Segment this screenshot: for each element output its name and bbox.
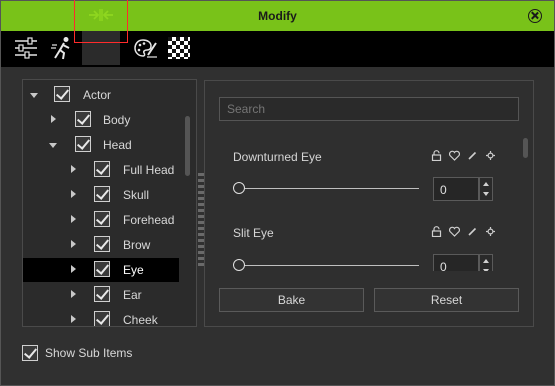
show-sub-items-checkbox[interactable]: [22, 345, 38, 361]
slider-thumb[interactable]: [233, 259, 245, 271]
sliders-icon[interactable]: [9, 31, 43, 65]
slider-track[interactable]: [238, 188, 419, 189]
morph-name: Slit Eye: [233, 226, 274, 240]
lock-icon[interactable]: [431, 226, 442, 237]
gear-icon[interactable]: [485, 226, 496, 237]
checkbox-icon[interactable]: [94, 261, 110, 277]
bake-button[interactable]: Bake: [219, 288, 364, 312]
chevron-right-icon[interactable]: [51, 115, 56, 123]
chevron-down-icon[interactable]: [49, 143, 57, 148]
tree-scrollbar[interactable]: [185, 116, 190, 176]
checkbox-icon[interactable]: [75, 111, 91, 127]
chevron-right-icon[interactable]: [71, 190, 76, 198]
tree-item-brow[interactable]: Brow: [23, 233, 179, 257]
pencil-icon[interactable]: [467, 150, 478, 161]
tree-item-actor[interactable]: Actor: [23, 83, 179, 107]
checkbox-icon[interactable]: [94, 161, 110, 177]
tree-item-eye[interactable]: Eye: [23, 258, 179, 282]
morph-icons: [431, 150, 496, 161]
close-icon[interactable]: [528, 9, 542, 23]
morph-value-field[interactable]: 0: [433, 254, 479, 271]
checkerboard-icon[interactable]: [162, 31, 196, 65]
heart-icon[interactable]: [449, 226, 460, 237]
chevron-right-icon[interactable]: [71, 265, 76, 273]
modify-window: Modify Actor Body Head Full Head Skull F…: [0, 0, 555, 386]
show-sub-items-label: Show Sub Items: [45, 346, 133, 360]
search-input[interactable]: [219, 97, 519, 121]
checkbox-icon[interactable]: [94, 311, 110, 326]
morph-list-scrollbar[interactable]: [523, 138, 528, 158]
lock-icon[interactable]: [431, 150, 442, 161]
checkbox-icon[interactable]: [94, 236, 110, 252]
checkbox-icon[interactable]: [94, 211, 110, 227]
pencil-icon[interactable]: [467, 226, 478, 237]
morph-slider-list: Downturned Eye 0 Slit Eye 0: [205, 131, 517, 271]
chevron-right-icon[interactable]: [71, 240, 76, 248]
checkbox-icon[interactable]: [94, 186, 110, 202]
slider-track[interactable]: [238, 265, 419, 266]
chevron-right-icon[interactable]: [71, 215, 76, 223]
chevron-right-icon[interactable]: [71, 165, 76, 173]
reset-button[interactable]: Reset: [374, 288, 519, 312]
morph-icons: [431, 226, 496, 237]
tree-item-head[interactable]: Head: [23, 133, 179, 157]
gear-icon[interactable]: [485, 150, 496, 161]
tree-item-full-head[interactable]: Full Head: [23, 158, 179, 182]
morph-value-field[interactable]: 0: [433, 177, 479, 201]
morph-icon[interactable]: [74, 0, 128, 43]
tree-item-forehead[interactable]: Forehead: [23, 208, 179, 232]
chevron-right-icon[interactable]: [71, 315, 76, 323]
checkbox-icon[interactable]: [75, 136, 91, 152]
chevron-down-icon[interactable]: [30, 93, 38, 98]
chevron-right-icon[interactable]: [71, 290, 76, 298]
checkbox-icon[interactable]: [54, 86, 70, 102]
heart-icon[interactable]: [449, 150, 460, 161]
palette-icon[interactable]: [129, 31, 163, 65]
tree-item-cheek[interactable]: Cheek: [23, 308, 179, 326]
morph-name: Downturned Eye: [233, 150, 322, 164]
slider-thumb[interactable]: [233, 182, 245, 194]
tree-item-body[interactable]: Body: [23, 108, 179, 132]
category-tree: Actor Body Head Full Head Skull Forehead: [22, 79, 197, 327]
value-stepper[interactable]: [479, 254, 493, 271]
checkbox-icon[interactable]: [94, 286, 110, 302]
value-stepper[interactable]: [479, 177, 493, 201]
tree-item-ear[interactable]: Ear: [23, 283, 179, 307]
tree-item-skull[interactable]: Skull: [23, 183, 179, 207]
